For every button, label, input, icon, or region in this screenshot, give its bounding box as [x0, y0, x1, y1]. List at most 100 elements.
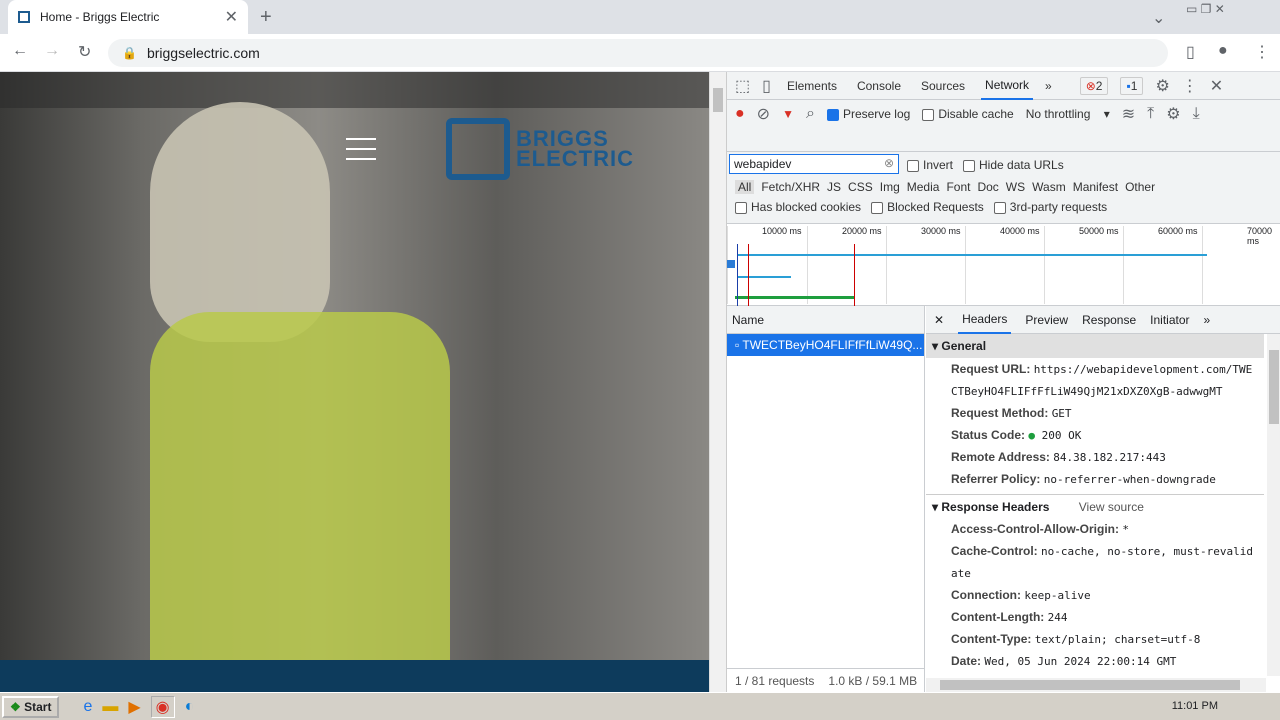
tab-preview[interactable]: Preview [1025, 313, 1068, 327]
header-row: Referrer Policy: no-referrer-when-downgr… [926, 468, 1266, 490]
general-section[interactable]: ▾ General [926, 334, 1264, 358]
ie-icon[interactable]: e [83, 698, 92, 716]
reload-icon[interactable]: ↻ [78, 42, 91, 62]
scrollbar-thumb[interactable] [1269, 350, 1279, 424]
type-filter[interactable]: Wasm [1032, 180, 1066, 194]
type-filter[interactable]: Doc [977, 180, 998, 194]
blocked-cookies-checkbox[interactable]: Has blocked cookies [735, 200, 861, 214]
view-source-link[interactable]: View source [1079, 500, 1144, 514]
name-column-header[interactable]: Name [727, 306, 924, 334]
folder-icon[interactable]: ▬ [102, 698, 118, 716]
header-value: 200 OK [1041, 429, 1082, 442]
preserve-log-checkbox[interactable]: Preserve log [826, 107, 911, 121]
header-key: Date: [951, 654, 982, 668]
header-row: Status Code: ● 200 OK [926, 424, 1266, 446]
side-panel-icon[interactable]: ▯ [1186, 42, 1195, 62]
close-tab-icon[interactable]: ✕ [225, 7, 238, 27]
network-settings-icon[interactable]: ⚙ [1166, 104, 1180, 124]
settings-icon[interactable]: ⚙ [1155, 76, 1169, 96]
header-value: GET [1051, 407, 1072, 420]
timeline-bar [727, 260, 735, 268]
media-player-icon[interactable]: ▶ [128, 697, 140, 717]
label: Preserve log [842, 107, 911, 121]
tab-response[interactable]: Response [1082, 313, 1136, 327]
clear-icon[interactable]: ⊘ [757, 104, 770, 124]
edge-icon[interactable]: ◐ [185, 698, 195, 716]
browser-tab[interactable]: Home - Briggs Electric ✕ [8, 0, 248, 34]
inspect-icon[interactable]: ⬚ [735, 76, 750, 96]
details-hscrollbar[interactable] [926, 678, 1266, 692]
type-filter[interactable]: CSS [848, 180, 873, 194]
search-icon[interactable]: ⌕ [806, 105, 815, 123]
message-count: 1 [1130, 78, 1138, 93]
type-filter[interactable]: Fetch/XHR [761, 180, 820, 194]
header-key: Content-Type: [951, 632, 1032, 646]
details-scrollbar[interactable] [1267, 334, 1280, 676]
type-filter[interactable]: Manifest [1073, 180, 1118, 194]
type-filter[interactable]: Other [1125, 180, 1155, 194]
tab-headers[interactable]: Headers [958, 306, 1012, 334]
scrollbar-thumb[interactable] [940, 680, 1240, 690]
back-icon[interactable]: ← [12, 42, 28, 60]
logo-text: ELECTRIC [516, 146, 634, 171]
filter-input[interactable]: webapidev ⊗ [729, 154, 899, 174]
invert-checkbox[interactable]: Invert [907, 158, 953, 172]
header-row: Request URL: https://webapidevelopment.c… [926, 358, 1266, 380]
hide-data-urls-checkbox[interactable]: Hide data URLs [963, 158, 1064, 172]
tab-initiator[interactable]: Initiator [1150, 313, 1189, 327]
type-filter[interactable]: Media [907, 180, 940, 194]
tab-network[interactable]: Network [981, 72, 1034, 100]
filter-icon[interactable]: ▼ [782, 107, 794, 121]
window-controls-icon[interactable]: ▭ ❐ ✕ [1186, 2, 1225, 16]
page-scrollbar[interactable] [709, 72, 726, 692]
export-har-icon[interactable]: ⤓ [1193, 105, 1200, 123]
tab-strip: Home - Briggs Electric ✕ + ⌄ ▭ ❐ ✕ [0, 0, 1280, 34]
new-tab-icon[interactable]: + [260, 6, 272, 29]
close-devtools-icon[interactable]: ✕ [1210, 76, 1223, 96]
tab-console[interactable]: Console [853, 73, 905, 99]
profile-icon[interactable]: ● [1218, 42, 1228, 60]
scrollbar-thumb[interactable] [713, 88, 723, 112]
start-button[interactable]: ❖ Start [2, 695, 60, 718]
tab-sources[interactable]: Sources [917, 73, 969, 99]
tick-label: 50000 ms [1044, 226, 1119, 304]
address-bar[interactable]: 🔒 briggselectric.com [108, 39, 1168, 67]
more-options-icon[interactable]: ⋮ [1182, 76, 1198, 96]
dcl-marker [737, 244, 738, 306]
third-party-checkbox[interactable]: 3rd-party requests [993, 200, 1108, 214]
devtools-panel: ⬚ ▯ Elements Console Sources Network » ⊗… [726, 72, 1280, 692]
network-overview[interactable]: 10000 ms 20000 ms 30000 ms 40000 ms 5000… [727, 224, 1280, 306]
footer-band [0, 660, 709, 692]
hamburger-menu-icon[interactable] [346, 138, 376, 160]
import-har-icon[interactable]: ⤒ [1147, 105, 1154, 123]
forward-icon[interactable]: → [44, 42, 60, 60]
error-count: 2 [1095, 78, 1103, 93]
type-filter-all[interactable]: All [735, 180, 755, 194]
throttling-select[interactable]: No throttling ▾ [1026, 107, 1110, 121]
clear-filter-icon[interactable]: ⊗ [884, 156, 894, 170]
label: 3rd-party requests [1009, 200, 1108, 214]
device-toggle-icon[interactable]: ▯ [762, 76, 771, 96]
request-row[interactable]: ▫ TWECTBeyHO4FLIFfFfLiW49Q... [727, 334, 924, 356]
more-tabs-icon[interactable]: » [1204, 313, 1211, 327]
errors-badge[interactable]: ⊗2 [1079, 76, 1109, 95]
chrome-icon[interactable]: ◉ [150, 695, 175, 718]
blocked-requests-checkbox[interactable]: Blocked Requests [871, 200, 984, 214]
type-filter[interactable]: JS [827, 180, 841, 194]
menu-icon[interactable]: ⋮ [1254, 42, 1270, 62]
close-details-icon[interactable]: ✕ [934, 313, 944, 327]
disable-cache-checkbox[interactable]: Disable cache [922, 107, 1014, 121]
more-tabs-icon[interactable]: » [1045, 79, 1052, 93]
messages-badge[interactable]: ▪1 [1120, 76, 1144, 95]
response-headers-section[interactable]: ▾ Response Headers View source [926, 494, 1264, 518]
tick-label: 20000 ms [807, 226, 882, 304]
tab-search-icon[interactable]: ⌄ [1152, 8, 1165, 28]
tab-elements[interactable]: Elements [783, 73, 841, 99]
type-filter[interactable]: Img [880, 180, 900, 194]
type-filter[interactable]: WS [1006, 180, 1025, 194]
network-conditions-icon[interactable]: ≋ [1122, 104, 1135, 124]
error-icon: ⊗ [1085, 78, 1096, 93]
record-icon[interactable]: ● [735, 105, 745, 123]
type-filter[interactable]: Font [946, 180, 970, 194]
briggs-logo[interactable]: BRIGGS ELECTRIC [446, 118, 634, 180]
